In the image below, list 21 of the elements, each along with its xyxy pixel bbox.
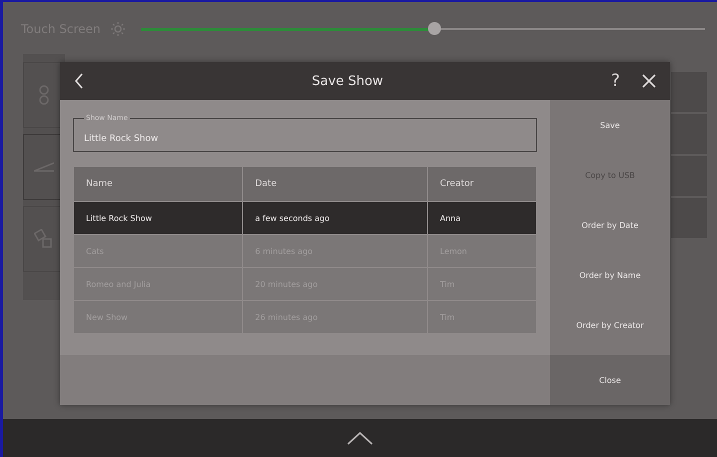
close-button[interactable]: Close — [550, 355, 670, 405]
slider-thumb[interactable] — [428, 22, 442, 35]
ramp-icon — [34, 162, 54, 172]
layout-icon — [34, 229, 54, 249]
chevron-up-icon[interactable] — [347, 431, 373, 445]
back-icon[interactable] — [74, 73, 84, 89]
help-button[interactable]: ? — [610, 71, 620, 91]
action-button[interactable]: Save — [550, 100, 670, 150]
action-button[interactable]: Order by Date — [550, 200, 670, 250]
action-button[interactable]: Order by Name — [550, 250, 670, 300]
dialog-title: Save Show — [310, 74, 384, 88]
action-button[interactable]: Order by Creator — [550, 300, 670, 350]
brightness-icon — [110, 22, 125, 36]
column-header[interactable]: Name — [74, 166, 243, 202]
table-cell[interactable]: a few seconds ago — [242, 202, 428, 234]
field-value: Little Rock Show — [84, 134, 158, 144]
column-header[interactable]: Creator — [428, 166, 536, 202]
table-cell[interactable]: Little Rock Show — [74, 202, 243, 234]
close-icon[interactable] — [642, 74, 656, 88]
column-header[interactable]: Date — [242, 166, 428, 202]
table-cell[interactable]: Anna — [428, 202, 536, 234]
